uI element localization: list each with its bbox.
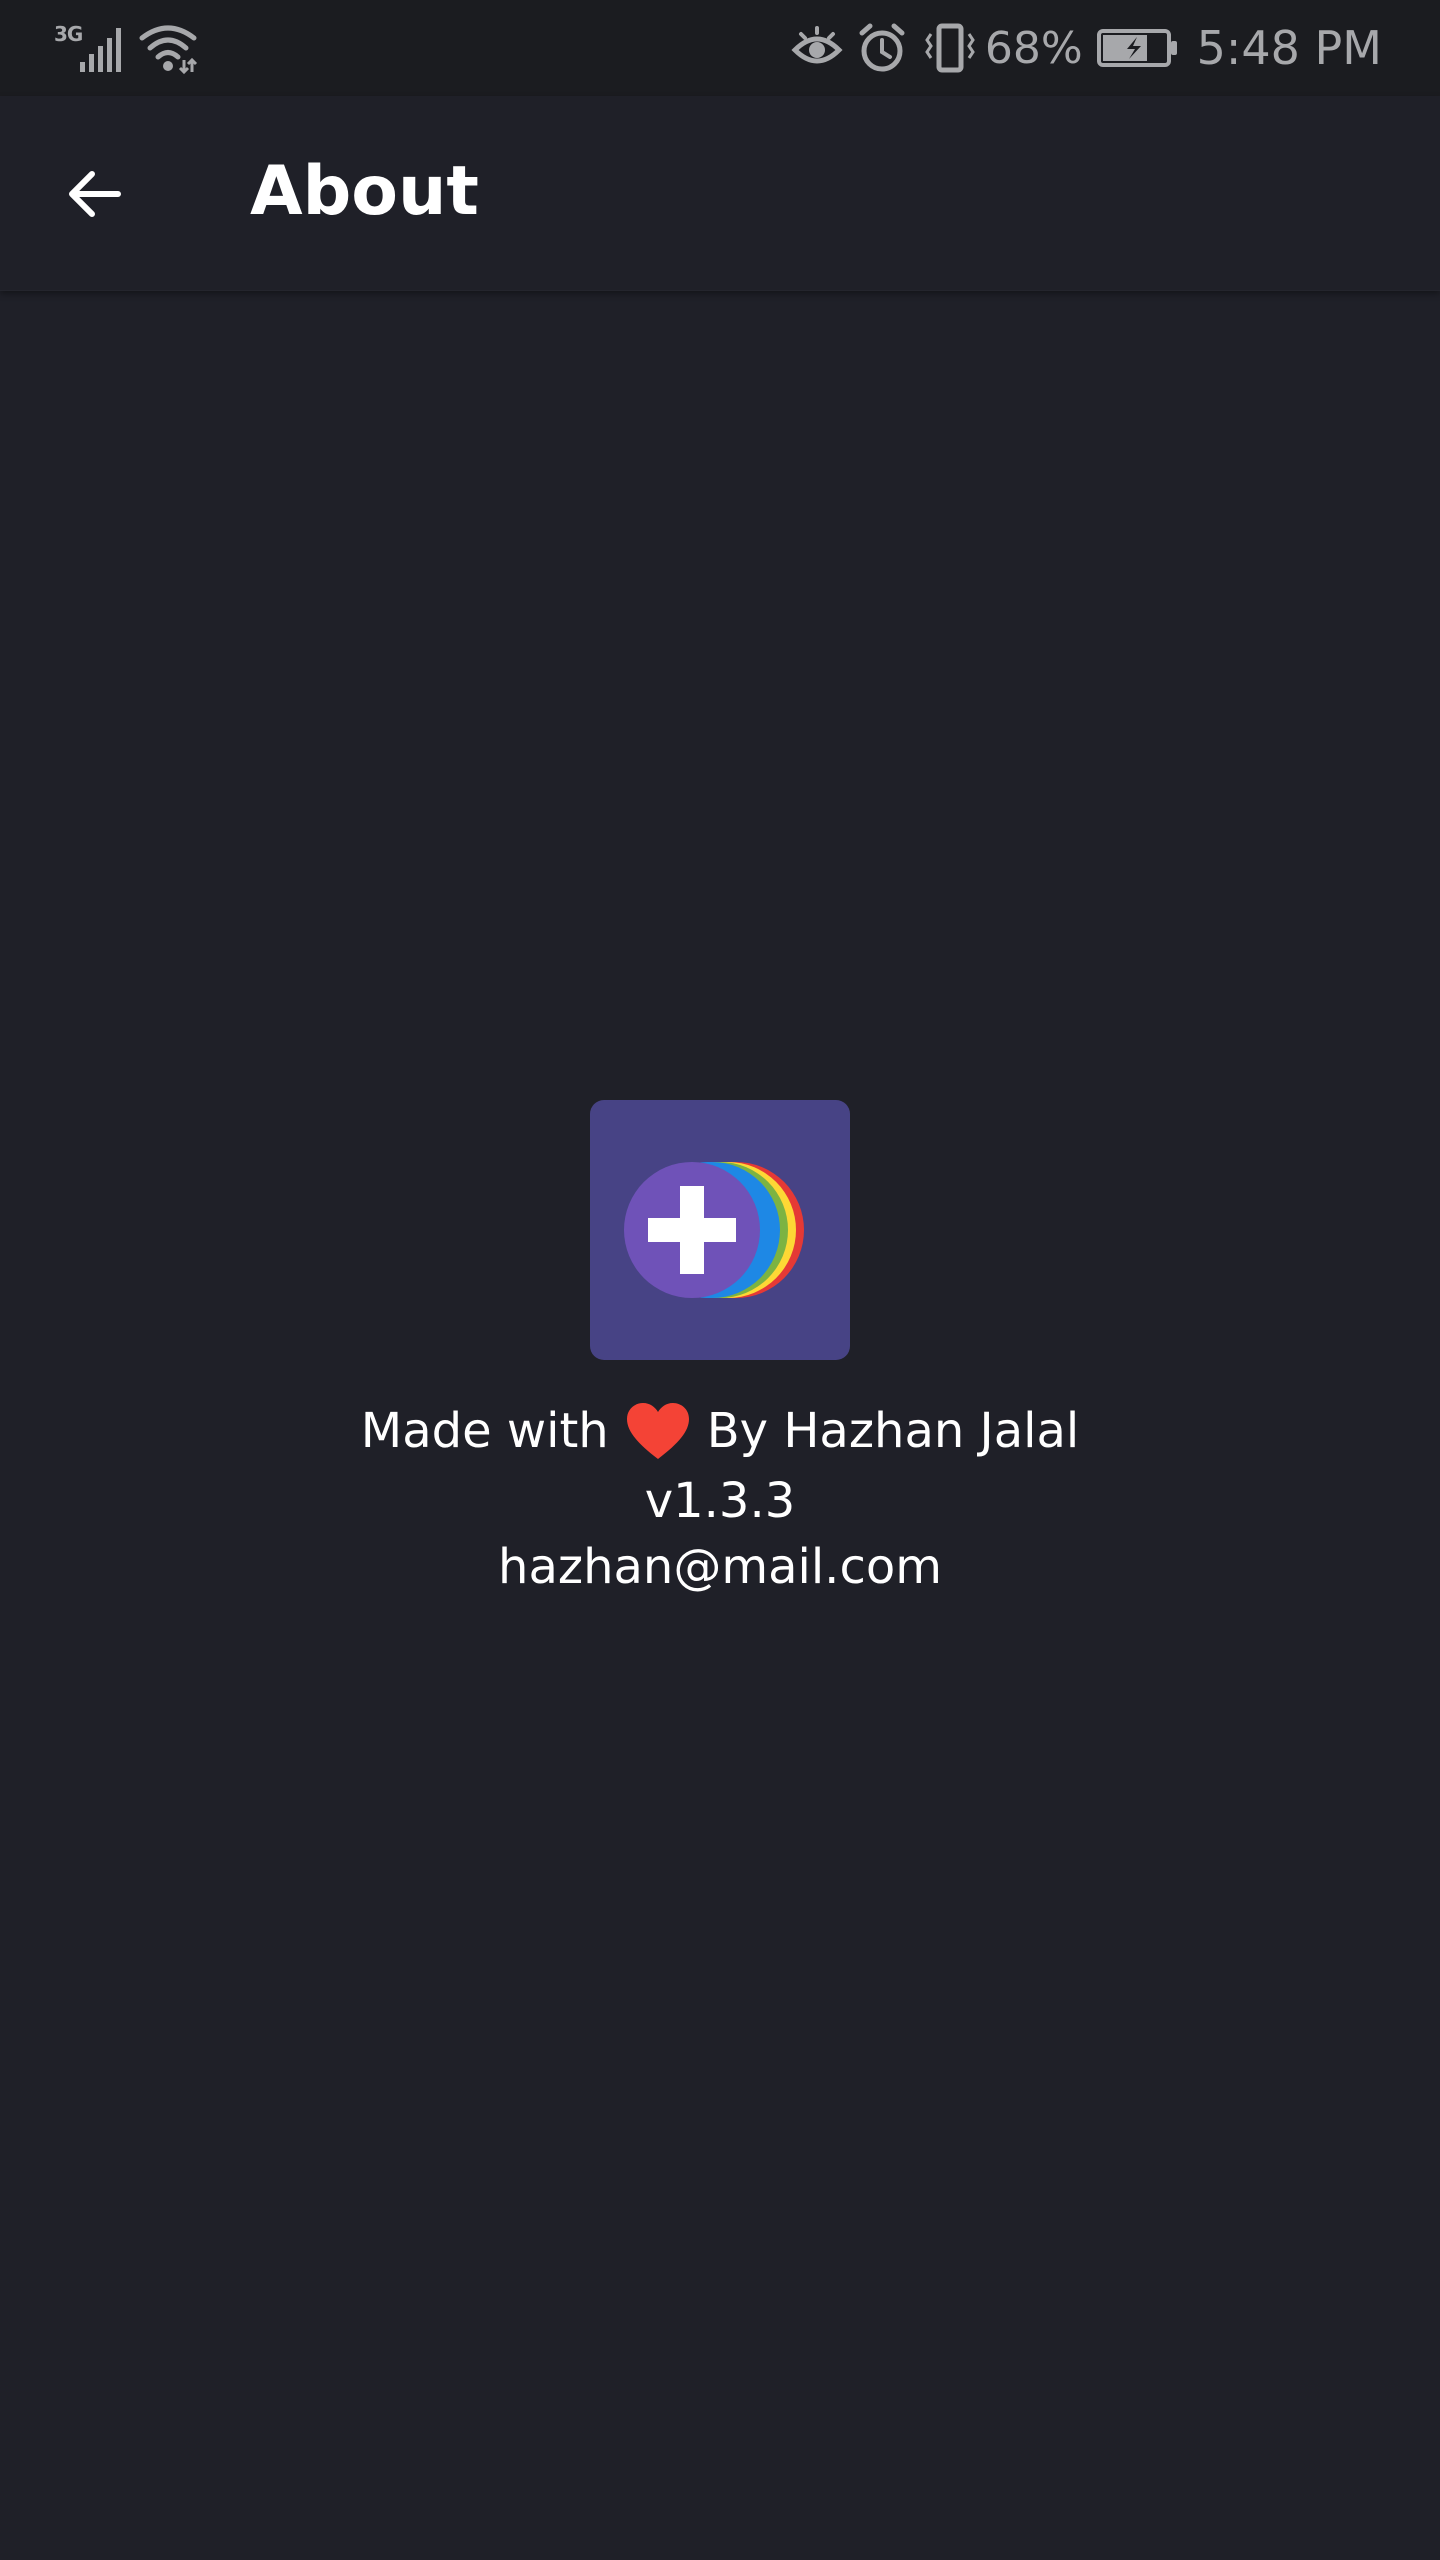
vibrate-icon [925, 23, 975, 73]
arrow-back-icon [69, 171, 121, 217]
network-type-label: 3G [54, 22, 83, 46]
status-bar: 3G 68% 5:48 PM [0, 0, 1440, 96]
alarm-icon [859, 23, 905, 72]
app-logo [590, 1100, 850, 1360]
network-indicator: 3G [54, 20, 130, 76]
status-bar-left: 3G [54, 20, 198, 76]
app-bar: About [0, 96, 1440, 291]
battery-icon [1096, 29, 1177, 67]
contact-email[interactable]: hazhan@mail.com [0, 1534, 1440, 1600]
heart-icon [626, 1403, 689, 1459]
wifi-icon [139, 25, 198, 75]
status-time: 5:48 PM [1196, 21, 1382, 75]
page-title: About [250, 152, 479, 231]
status-bar-right: 68% 5:48 PM [791, 20, 1382, 76]
eye-icon [791, 26, 843, 64]
credit-line: Made with By Hazhan Jalal [0, 1398, 1440, 1464]
back-button[interactable] [48, 146, 144, 242]
about-content: Made with By Hazhan Jalal v1.3.3 hazhan@… [0, 1100, 1440, 1600]
app-version: v1.3.3 [644, 1473, 796, 1529]
credit-suffix: By Hazhan Jalal [706, 1403, 1080, 1459]
battery-percent: 68% [984, 22, 1083, 74]
app-logo-plus-rainbow-icon [624, 1162, 804, 1298]
credit-prefix: Made with [360, 1403, 609, 1459]
